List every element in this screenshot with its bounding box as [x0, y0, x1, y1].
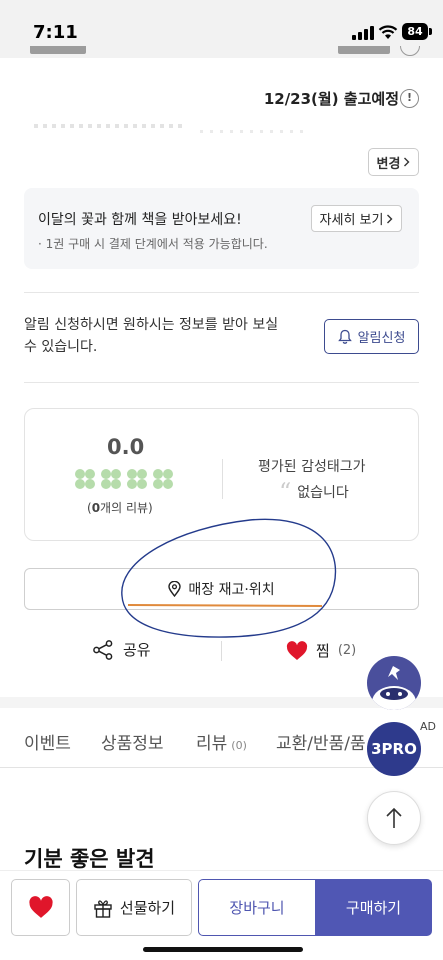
cart-button[interactable]: 장바구니: [198, 879, 315, 936]
section-headline: 기분 좋은 발견: [24, 847, 155, 871]
wishlist-button[interactable]: 찜 (2): [286, 640, 356, 661]
clover-icon: [75, 469, 95, 489]
tab-event[interactable]: 이벤트: [24, 729, 71, 754]
divider: [24, 382, 419, 383]
divider: [24, 292, 419, 293]
review-count: (0개의 리뷰): [87, 501, 153, 515]
alarm-button-label: 알림신청: [357, 331, 406, 346]
wishlist-label: 찜: [316, 642, 330, 660]
status-time: 7:11: [33, 22, 78, 43]
clipped-previous-row: [0, 46, 443, 60]
signal-icon: [352, 26, 374, 40]
clover-icon: [153, 469, 173, 489]
blurred-address: [200, 130, 310, 133]
character-chat-button[interactable]: [367, 656, 421, 710]
review-summary: 0.0 (0개의 리뷰) 평가된 감성태그가 “ 없습니다: [24, 408, 419, 541]
chevron-right-icon: [387, 214, 393, 223]
heart-icon: [28, 896, 53, 918]
heart-icon: [286, 640, 308, 660]
character-icon: [372, 666, 416, 710]
bottom-purchase-bar: 선물하기 장바구니 구매하기: [0, 870, 443, 960]
clover-icon: [101, 469, 121, 489]
location-pin-icon: [168, 581, 182, 597]
alarm-request-button[interactable]: 알림신청: [324, 319, 419, 354]
bottom-wishlist-button[interactable]: [11, 879, 70, 936]
promo-subtitle: · 1권 구매 시 결제 단계에서 적용 가능합니다.: [38, 237, 268, 251]
scroll-top-button[interactable]: [367, 791, 421, 845]
gift-label: 선물하기: [119, 899, 176, 917]
divider: [222, 459, 223, 499]
chevron-right-icon: [404, 157, 410, 167]
gift-icon: [94, 899, 112, 918]
detail-view-label: 자세히 보기: [319, 213, 384, 228]
review-score: 0.0: [107, 435, 145, 459]
promo-title: 이달의 꽃과 함께 책을 받아보세요!: [38, 212, 242, 228]
change-address-button[interactable]: 변경: [368, 148, 419, 176]
3pro-ad-button[interactable]: 3PRO: [367, 722, 421, 776]
alarm-description: 알림 신청하시면 원하시는 정보를 받아 보실 수 있습니다.: [24, 317, 279, 355]
arrow-up-icon: [386, 807, 402, 828]
buy-button[interactable]: 구매하기: [315, 879, 432, 936]
ad-label: AD: [420, 720, 436, 733]
change-label: 변경: [376, 156, 401, 172]
store-stock-button[interactable]: 매장 재고·위치: [24, 568, 419, 610]
bell-icon: [337, 329, 352, 344]
emotion-tag-text: “ 없습니다: [279, 478, 349, 506]
delivery-date: 12/23(월) 출고예정: [263, 90, 399, 108]
info-icon: [400, 46, 420, 56]
emotion-tag-text: 평가된 감성태그가: [258, 459, 366, 475]
store-stock-label: 매장 재고·위치: [188, 582, 275, 598]
detail-view-button[interactable]: 자세히 보기: [311, 205, 402, 232]
battery-icon: 84: [402, 23, 432, 40]
wifi-icon: [378, 25, 398, 39]
rating-clovers: [75, 469, 173, 489]
clipped-text: [338, 46, 390, 54]
share-button[interactable]: 공유: [92, 639, 151, 660]
home-indicator: [143, 947, 303, 952]
clover-icon: [127, 469, 147, 489]
share-label: 공유: [123, 641, 151, 659]
promo-banner: 이달의 꽃과 함께 책을 받아보세요! · 1권 구매 시 결제 단계에서 적용…: [24, 188, 419, 269]
tab-product-info[interactable]: 상품정보: [101, 729, 164, 754]
tab-review[interactable]: 리뷰 (0): [196, 729, 247, 754]
wishlist-count: (2): [337, 643, 357, 658]
blurred-address: [34, 124, 184, 128]
quote-icon: “: [279, 478, 292, 506]
info-icon[interactable]: !: [400, 89, 419, 108]
clipped-text: [30, 46, 86, 54]
tab-exchange-return[interactable]: 교환/반품/품: [276, 729, 366, 754]
divider: [221, 641, 222, 661]
share-icon: [93, 639, 113, 660]
gift-button[interactable]: 선물하기: [76, 879, 192, 936]
